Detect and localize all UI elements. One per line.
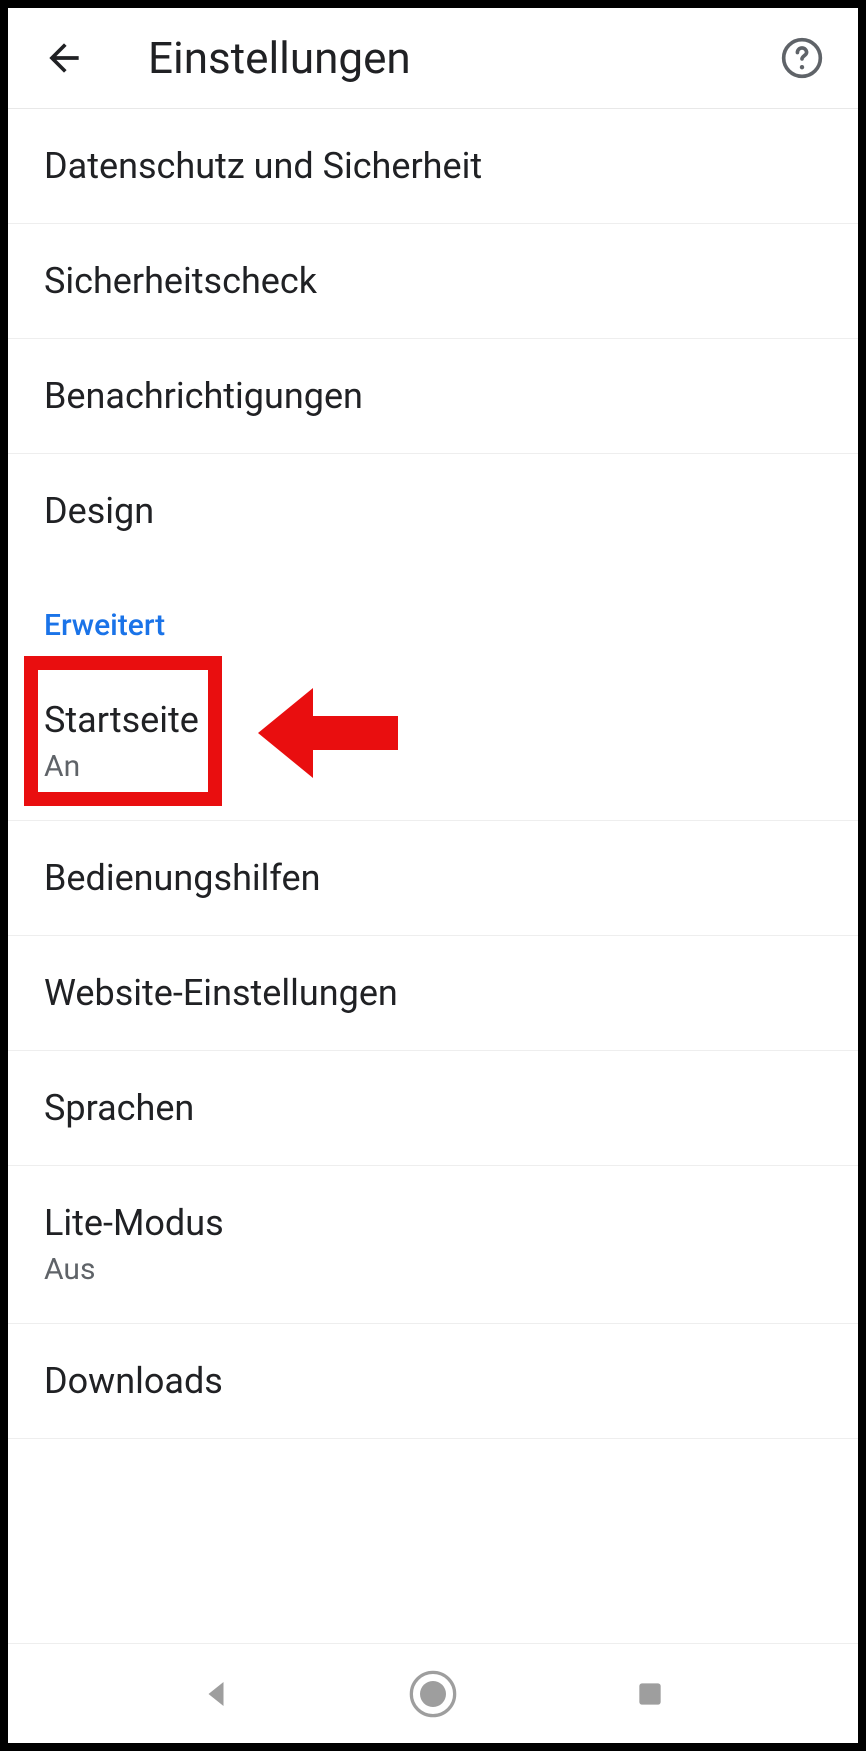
arrow-left-icon	[42, 36, 86, 80]
settings-item-lite-mode[interactable]: Lite-Modus Aus	[8, 1166, 858, 1324]
android-nav-bar	[8, 1643, 858, 1743]
settings-item-homepage[interactable]: Startseite An	[8, 663, 858, 821]
list-item-label: Sicherheitscheck	[44, 260, 822, 302]
section-header-advanced: Erweitert	[8, 568, 858, 663]
list-item-label: Startseite	[44, 699, 822, 741]
nav-home-button[interactable]	[403, 1664, 463, 1724]
list-item-label: Sprachen	[44, 1087, 822, 1129]
settings-item-languages[interactable]: Sprachen	[8, 1051, 858, 1166]
list-item-label: Design	[44, 490, 822, 532]
back-button[interactable]	[40, 34, 88, 82]
app-header: Einstellungen	[8, 8, 858, 109]
settings-item-design[interactable]: Design	[8, 454, 858, 568]
help-button[interactable]	[778, 34, 826, 82]
list-item-subtitle: An	[44, 749, 822, 784]
list-item-label: Lite-Modus	[44, 1202, 822, 1244]
settings-item-site-settings[interactable]: Website-Einstellungen	[8, 936, 858, 1051]
circle-home-icon	[407, 1668, 459, 1720]
triangle-back-icon	[198, 1676, 234, 1712]
list-item-label: Website-Einstellungen	[44, 972, 822, 1014]
square-recent-icon	[634, 1678, 666, 1710]
settings-item-notifications[interactable]: Benachrichtigungen	[8, 339, 858, 454]
settings-item-downloads[interactable]: Downloads	[8, 1324, 858, 1439]
list-item-label: Bedienungshilfen	[44, 857, 822, 899]
nav-recent-button[interactable]	[620, 1664, 680, 1724]
list-item-label: Datenschutz und Sicherheit	[44, 145, 822, 187]
settings-item-privacy[interactable]: Datenschutz und Sicherheit	[8, 109, 858, 224]
list-item-label: Benachrichtigungen	[44, 375, 822, 417]
settings-item-security-check[interactable]: Sicherheitscheck	[8, 224, 858, 339]
list-item-subtitle: Aus	[44, 1252, 822, 1287]
nav-back-button[interactable]	[186, 1664, 246, 1724]
help-icon	[780, 36, 824, 80]
settings-item-accessibility[interactable]: Bedienungshilfen	[8, 821, 858, 936]
page-title: Einstellungen	[148, 32, 778, 84]
list-item-label: Downloads	[44, 1360, 822, 1402]
settings-list: Datenschutz und Sicherheit Sicherheitsch…	[8, 109, 858, 1643]
